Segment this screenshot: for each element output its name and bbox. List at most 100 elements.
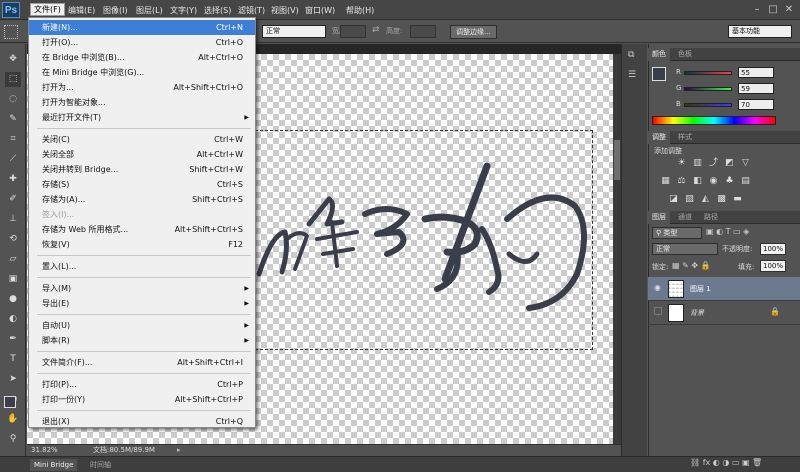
gradient-map-icon[interactable]: ▬ (732, 194, 743, 205)
tab-layers[interactable]: 图层 (648, 211, 670, 224)
workspace-select[interactable]: 基本功能 (728, 25, 792, 38)
levels-icon[interactable]: ▥ (692, 158, 703, 169)
exposure-icon[interactable]: ◩ (724, 158, 735, 169)
b-slider[interactable] (684, 103, 732, 107)
layer-footer-icons[interactable]: ⛓ fx ◐ ◑ ▭ ▣ 🗑 (690, 458, 762, 467)
file-menu-item[interactable]: 打印一份(Y) Alt+Shift+Ctrl+P (29, 392, 255, 407)
g-slider[interactable] (684, 87, 732, 91)
r-value[interactable]: 55 (738, 67, 774, 78)
tab-channels[interactable]: 通道 (674, 211, 696, 224)
file-menu-item[interactable]: 打开为智能对象... (29, 95, 255, 110)
menu-item[interactable]: 帮助(H) (343, 4, 377, 17)
zoom-level[interactable]: 31.82% (31, 445, 58, 456)
g-value[interactable]: 59 (738, 83, 774, 94)
clone-stamp-tool-icon[interactable]: ⊥ (5, 212, 21, 227)
layer-row-1[interactable]: ◉ 图层 1 (648, 277, 800, 301)
layer-filter-select[interactable]: ⚲ 类型 (652, 227, 702, 239)
eyedropper-tool-icon[interactable]: ⟋ (5, 152, 21, 167)
menu-item[interactable]: 文件(F) (30, 3, 65, 16)
tab-paths[interactable]: 路径 (700, 211, 722, 224)
lasso-tool-icon[interactable]: ◌ (5, 92, 21, 107)
menu-item[interactable]: 图像(I) (100, 4, 131, 17)
blend-mode-select[interactable]: 正常 (652, 243, 718, 255)
refine-edge-button[interactable]: 调整边缘... (450, 25, 497, 39)
history-panel-icon[interactable]: ⧉ (628, 50, 634, 60)
file-menu-item[interactable]: 导入(M) ▶ (29, 281, 255, 296)
menu-item[interactable]: 视图(V) (268, 4, 302, 17)
gradient-tool-icon[interactable]: ▣ (5, 272, 21, 287)
minimize-button[interactable]: – (750, 3, 764, 16)
file-menu-item[interactable]: 打开(O)... Ctrl+O (29, 35, 255, 50)
height-input[interactable] (410, 25, 436, 38)
menu-item[interactable]: 文字(Y) (167, 4, 200, 17)
file-menu-item[interactable]: 脚本(R) ▶ (29, 333, 255, 348)
vibrance-icon[interactable]: ▽ (740, 158, 751, 169)
layer-row-background[interactable]: 背景 🔒 (648, 301, 800, 325)
width-input[interactable] (340, 25, 366, 38)
status-arrow-icon[interactable]: ▸ (177, 445, 181, 456)
dodge-tool-icon[interactable]: ◐ (5, 312, 21, 327)
lock-icons[interactable]: ▦ ✎ ✥ 🔒 (672, 261, 711, 270)
color-lookup-icon[interactable]: ▤ (740, 176, 751, 187)
brightness-icon[interactable]: ☀ (676, 158, 687, 169)
tab-adjustments[interactable]: 调整 (648, 131, 670, 144)
channel-mixer-icon[interactable]: ♣ (724, 176, 735, 187)
file-menu-item[interactable]: 打开为... Alt+Shift+Ctrl+O (29, 80, 255, 95)
blur-tool-icon[interactable]: ● (5, 292, 21, 307)
pen-tool-icon[interactable]: ✒ (5, 332, 21, 347)
file-menu-item[interactable]: 恢复(V) F12 (29, 237, 255, 252)
file-menu-item[interactable]: 关闭(C) Ctrl+W (29, 132, 255, 147)
eye-icon[interactable]: ◉ (654, 283, 661, 292)
tab-color[interactable]: 颜色 (648, 48, 670, 61)
move-tool-icon[interactable]: ✥ (5, 52, 21, 67)
swap-icon[interactable]: ⇄ (372, 25, 380, 35)
crop-tool-icon[interactable]: ⌗ (5, 132, 21, 147)
file-menu-item[interactable]: 关闭全部 Alt+Ctrl+W (29, 147, 255, 162)
visibility-box[interactable] (654, 307, 662, 315)
menu-item[interactable]: 图层(L) (133, 4, 166, 17)
color-panel-foreground-swatch[interactable] (652, 67, 666, 81)
quick-select-tool-icon[interactable]: ✎ (5, 112, 21, 127)
brush-tool-icon[interactable]: ✐ (5, 192, 21, 207)
file-menu-item[interactable]: 在 Bridge 中浏览(B)... Alt+Ctrl+O (29, 50, 255, 65)
invert-icon[interactable]: ◪ (668, 194, 679, 205)
document-size[interactable]: 文档:80.5M/89.9M (93, 445, 155, 456)
menu-item[interactable]: 选择(S) (201, 4, 234, 17)
close-window-button[interactable]: ✕ (782, 3, 796, 16)
file-menu-item[interactable]: 新建(N)... Ctrl+N (29, 20, 255, 35)
properties-panel-icon[interactable]: ☰ (628, 70, 636, 80)
history-brush-tool-icon[interactable]: ⟲ (5, 232, 21, 247)
layer-name[interactable]: 背景 (690, 308, 704, 318)
style-select[interactable]: 正常 (262, 25, 326, 38)
posterize-icon[interactable]: ▨ (684, 194, 695, 205)
foreground-color-swatch[interactable] (4, 396, 16, 408)
path-selection-tool-icon[interactable]: ➤ (5, 372, 21, 387)
file-menu-item[interactable]: 存储(S) Ctrl+S (29, 177, 255, 192)
healing-brush-tool-icon[interactable]: ✚ (5, 172, 21, 187)
marquee-tool-preset-icon[interactable] (4, 25, 18, 39)
b-value[interactable]: 70 (738, 99, 774, 110)
curves-icon[interactable]: ⤴ (708, 158, 719, 169)
marquee-tool-icon[interactable]: ⬚ (5, 72, 21, 87)
photo-filter-icon[interactable]: ◉ (708, 176, 719, 187)
file-menu-item[interactable]: 自动(U) ▶ (29, 318, 255, 333)
maximize-button[interactable]: □ (766, 3, 780, 16)
file-menu-item[interactable]: 在 Mini Bridge 中浏览(G)... (29, 65, 255, 80)
opacity-input[interactable]: 100% (760, 243, 786, 255)
file-menu-item[interactable]: 文件简介(F)... Alt+Shift+Ctrl+I (29, 355, 255, 370)
layer-name[interactable]: 图层 1 (690, 284, 711, 294)
vertical-scrollbar-thumb[interactable] (614, 140, 620, 180)
threshold-icon[interactable]: ◭ (700, 194, 711, 205)
file-menu-item[interactable]: 存储为(A)... Shift+Ctrl+S (29, 192, 255, 207)
vertical-scrollbar[interactable] (613, 54, 621, 444)
tab-mini-bridge[interactable]: Mini Bridge (30, 459, 78, 471)
file-menu-item[interactable]: 最近打开文件(T) ▶ (29, 110, 255, 125)
color-spectrum[interactable] (652, 116, 776, 125)
layer-filter-icons[interactable]: ▣ ◐ T ▭ ◈ (706, 227, 749, 236)
fill-input[interactable]: 100% (760, 260, 786, 272)
type-tool-icon[interactable]: T (5, 352, 21, 367)
file-menu-item[interactable]: 导出(E) ▶ (29, 296, 255, 311)
file-menu-item[interactable]: 关闭并转到 Bridge... Shift+Ctrl+W (29, 162, 255, 177)
zoom-tool-icon[interactable]: ⚲ (5, 432, 21, 447)
file-menu-item[interactable]: 退出(X) Ctrl+Q (29, 414, 255, 429)
